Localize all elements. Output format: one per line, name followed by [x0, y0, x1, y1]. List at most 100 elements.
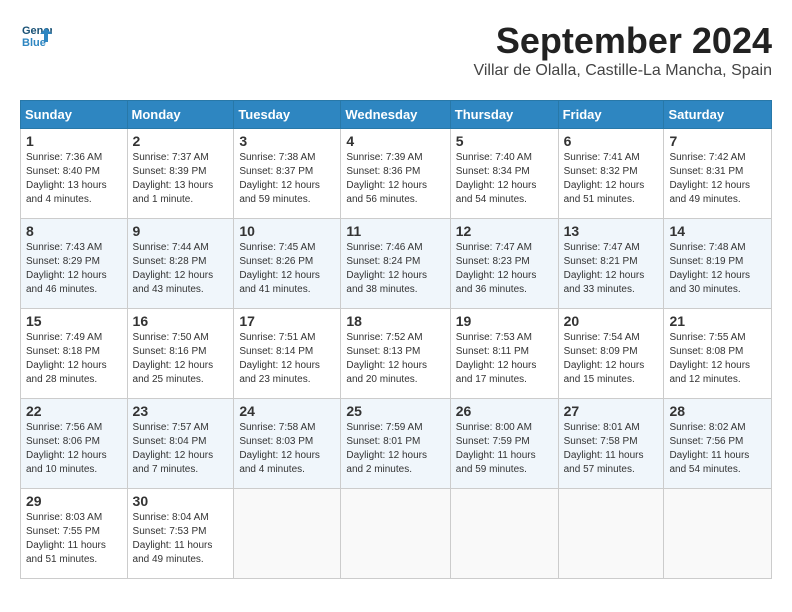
- day-number: 7: [669, 133, 766, 149]
- calendar-cell: 9 Sunrise: 7:44 AMSunset: 8:28 PMDaylight…: [127, 219, 234, 309]
- calendar-cell: 6Sunrise: 7:41 AMSunset: 8:32 PMDaylight…: [558, 129, 664, 219]
- location-title: Villar de Olalla, Castille-La Mancha, Sp…: [473, 62, 772, 80]
- day-number: 14: [669, 223, 766, 239]
- day-number: 23: [133, 403, 229, 419]
- day-info: Sunrise: 7:39 AMSunset: 8:36 PMDaylight:…: [346, 151, 444, 207]
- day-number: 29: [26, 493, 122, 509]
- calendar-cell: [664, 489, 772, 579]
- calendar-cell: 5 Sunrise: 7:40 AMSunset: 8:34 PMDaylight…: [450, 129, 558, 219]
- calendar-cell: 16 Sunrise: 7:50 AMSunset: 8:16 PMDayligh…: [127, 309, 234, 399]
- day-info: Sunrise: 7:38 AMSunset: 8:37 PMDaylight:…: [239, 151, 335, 207]
- calendar-cell: 1 Sunrise: 7:36 AMSunset: 8:40 PMDaylight…: [21, 129, 128, 219]
- week-row: 15Sunrise: 7:49 AMSunset: 8:18 PMDayligh…: [21, 309, 772, 399]
- day-number: 18: [346, 313, 444, 329]
- column-header-friday: Friday: [558, 101, 664, 129]
- calendar-cell: 12 Sunrise: 7:47 AMSunset: 8:23 PMDayligh…: [450, 219, 558, 309]
- day-number: 8: [26, 223, 122, 239]
- day-number: 20: [564, 313, 659, 329]
- calendar-cell: 17 Sunrise: 7:51 AMSunset: 8:14 PMDayligh…: [234, 309, 341, 399]
- day-number: 17: [239, 313, 335, 329]
- day-info: Sunrise: 8:01 AMSunset: 7:58 PMDaylight:…: [564, 421, 659, 477]
- month-title: September 2024: [473, 20, 772, 62]
- title-section: September 2024 Villar de Olalla, Castill…: [473, 20, 772, 90]
- day-info: Sunrise: 7:41 AMSunset: 8:32 PMDaylight:…: [564, 151, 659, 207]
- day-info: Sunrise: 7:43 AMSunset: 8:29 PMDaylight:…: [26, 241, 122, 297]
- day-info: Sunrise: 7:36 AMSunset: 8:40 PMDaylight:…: [26, 151, 122, 207]
- day-number: 24: [239, 403, 335, 419]
- svg-text:Blue: Blue: [22, 37, 46, 49]
- day-info: Sunrise: 7:51 AMSunset: 8:14 PMDaylight:…: [239, 331, 335, 387]
- calendar-cell: 15Sunrise: 7:49 AMSunset: 8:18 PMDayligh…: [21, 309, 128, 399]
- day-info: Sunrise: 7:49 AMSunset: 8:18 PMDaylight:…: [26, 331, 122, 387]
- calendar-cell: [558, 489, 664, 579]
- day-number: 10: [239, 223, 335, 239]
- day-info: Sunrise: 7:44 AMSunset: 8:28 PMDaylight:…: [133, 241, 229, 297]
- week-row: 22 Sunrise: 7:56 AMSunset: 8:06 PMDayligh…: [21, 399, 772, 489]
- calendar-cell: 28Sunrise: 8:02 AMSunset: 7:56 PMDayligh…: [664, 399, 772, 489]
- calendar-cell: 13 Sunrise: 7:47 AMSunset: 8:21 PMDayligh…: [558, 219, 664, 309]
- day-info: Sunrise: 7:55 AMSunset: 8:08 PMDaylight:…: [669, 331, 766, 387]
- day-info: Sunrise: 8:04 AMSunset: 7:53 PMDaylight:…: [133, 511, 229, 567]
- logo-icon: General Blue: [20, 20, 52, 52]
- day-number: 1: [26, 133, 122, 149]
- day-info: Sunrise: 7:47 AMSunset: 8:23 PMDaylight:…: [456, 241, 553, 297]
- day-info: Sunrise: 7:57 AMSunset: 8:04 PMDaylight:…: [133, 421, 229, 477]
- calendar-table: SundayMondayTuesdayWednesdayThursdayFrid…: [20, 100, 772, 579]
- day-number: 21: [669, 313, 766, 329]
- calendar-cell: 20 Sunrise: 7:54 AMSunset: 8:09 PMDayligh…: [558, 309, 664, 399]
- calendar-cell: 30 Sunrise: 8:04 AMSunset: 7:53 PMDayligh…: [127, 489, 234, 579]
- day-number: 5: [456, 133, 553, 149]
- day-info: Sunrise: 7:50 AMSunset: 8:16 PMDaylight:…: [133, 331, 229, 387]
- day-number: 26: [456, 403, 553, 419]
- calendar-cell: 27 Sunrise: 8:01 AMSunset: 7:58 PMDayligh…: [558, 399, 664, 489]
- calendar-cell: 21 Sunrise: 7:55 AMSunset: 8:08 PMDayligh…: [664, 309, 772, 399]
- day-info: Sunrise: 7:58 AMSunset: 8:03 PMDaylight:…: [239, 421, 335, 477]
- day-number: 12: [456, 223, 553, 239]
- day-number: 27: [564, 403, 659, 419]
- calendar-cell: 18 Sunrise: 7:52 AMSunset: 8:13 PMDayligh…: [341, 309, 450, 399]
- calendar-cell: 3 Sunrise: 7:38 AMSunset: 8:37 PMDaylight…: [234, 129, 341, 219]
- column-header-saturday: Saturday: [664, 101, 772, 129]
- week-row: 8 Sunrise: 7:43 AMSunset: 8:29 PMDaylight…: [21, 219, 772, 309]
- day-info: Sunrise: 7:42 AMSunset: 8:31 PMDaylight:…: [669, 151, 766, 207]
- calendar-cell: 25Sunrise: 7:59 AMSunset: 8:01 PMDayligh…: [341, 399, 450, 489]
- day-number: 4: [346, 133, 444, 149]
- day-info: Sunrise: 7:46 AMSunset: 8:24 PMDaylight:…: [346, 241, 444, 297]
- week-row: 29 Sunrise: 8:03 AMSunset: 7:55 PMDayligh…: [21, 489, 772, 579]
- calendar-cell: 4 Sunrise: 7:39 AMSunset: 8:36 PMDaylight…: [341, 129, 450, 219]
- day-number: 13: [564, 223, 659, 239]
- header-row: SundayMondayTuesdayWednesdayThursdayFrid…: [21, 101, 772, 129]
- day-info: Sunrise: 7:52 AMSunset: 8:13 PMDaylight:…: [346, 331, 444, 387]
- calendar-cell: 22 Sunrise: 7:56 AMSunset: 8:06 PMDayligh…: [21, 399, 128, 489]
- day-number: 25: [346, 403, 444, 419]
- day-number: 16: [133, 313, 229, 329]
- column-header-thursday: Thursday: [450, 101, 558, 129]
- day-info: Sunrise: 8:03 AMSunset: 7:55 PMDaylight:…: [26, 511, 122, 567]
- day-number: 22: [26, 403, 122, 419]
- day-number: 28: [669, 403, 766, 419]
- column-header-wednesday: Wednesday: [341, 101, 450, 129]
- day-number: 30: [133, 493, 229, 509]
- day-info: Sunrise: 7:40 AMSunset: 8:34 PMDaylight:…: [456, 151, 553, 207]
- column-header-sunday: Sunday: [21, 101, 128, 129]
- day-info: Sunrise: 7:47 AMSunset: 8:21 PMDaylight:…: [564, 241, 659, 297]
- day-info: Sunrise: 7:56 AMSunset: 8:06 PMDaylight:…: [26, 421, 122, 477]
- day-info: Sunrise: 7:45 AMSunset: 8:26 PMDaylight:…: [239, 241, 335, 297]
- column-header-tuesday: Tuesday: [234, 101, 341, 129]
- day-number: 11: [346, 223, 444, 239]
- calendar-cell: 10 Sunrise: 7:45 AMSunset: 8:26 PMDayligh…: [234, 219, 341, 309]
- day-info: Sunrise: 7:54 AMSunset: 8:09 PMDaylight:…: [564, 331, 659, 387]
- calendar-cell: 24 Sunrise: 7:58 AMSunset: 8:03 PMDayligh…: [234, 399, 341, 489]
- calendar-cell: 23 Sunrise: 7:57 AMSunset: 8:04 PMDayligh…: [127, 399, 234, 489]
- day-number: 9: [133, 223, 229, 239]
- calendar-cell: [341, 489, 450, 579]
- calendar-cell: 7 Sunrise: 7:42 AMSunset: 8:31 PMDaylight…: [664, 129, 772, 219]
- day-number: 3: [239, 133, 335, 149]
- day-info: Sunrise: 7:53 AMSunset: 8:11 PMDaylight:…: [456, 331, 553, 387]
- week-row: 1 Sunrise: 7:36 AMSunset: 8:40 PMDaylight…: [21, 129, 772, 219]
- calendar-cell: [234, 489, 341, 579]
- day-info: Sunrise: 8:00 AMSunset: 7:59 PMDaylight:…: [456, 421, 553, 477]
- calendar-cell: 11 Sunrise: 7:46 AMSunset: 8:24 PMDayligh…: [341, 219, 450, 309]
- calendar-cell: 8 Sunrise: 7:43 AMSunset: 8:29 PMDaylight…: [21, 219, 128, 309]
- calendar-cell: 29 Sunrise: 8:03 AMSunset: 7:55 PMDayligh…: [21, 489, 128, 579]
